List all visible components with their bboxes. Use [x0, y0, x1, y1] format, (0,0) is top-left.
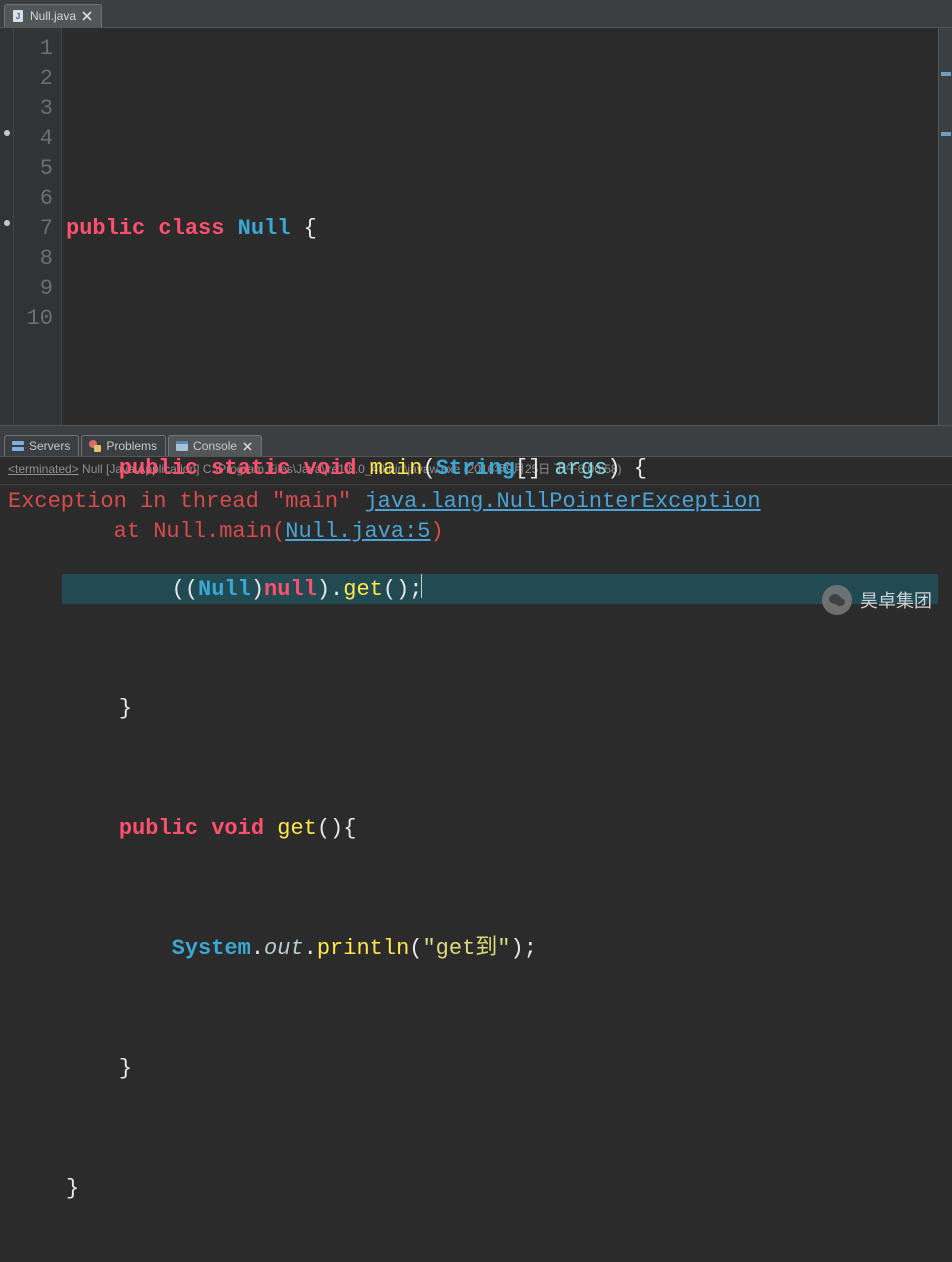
line-number: 8 [14, 244, 61, 274]
editor-tab-null-java[interactable]: J Null.java [4, 4, 102, 27]
code-line: } [62, 1174, 938, 1204]
java-file-icon: J [11, 9, 25, 23]
line-number: 4 [14, 124, 61, 154]
line-number: 3 [14, 94, 61, 124]
code-line: public static void main(String[] args) { [62, 454, 938, 484]
marker-dot [4, 220, 10, 226]
svg-text:J: J [16, 12, 20, 21]
overview-mark [941, 72, 951, 76]
line-number: 7 [14, 214, 61, 244]
watermark-text: 昊卓集团 [860, 587, 932, 613]
line-number: 5 [14, 154, 61, 184]
code-line: System.out.println("get到"); [62, 934, 938, 964]
code-line: public class Null { [62, 214, 938, 244]
close-icon[interactable] [81, 10, 93, 22]
line-number: 10 [14, 304, 61, 334]
code-line-highlighted: ((Null)null).get(); [62, 574, 938, 604]
code-editor[interactable]: 1 2 3 4 5 6 7 8 9 10 public class Null {… [0, 28, 952, 425]
editor-tabbar: J Null.java [0, 0, 952, 28]
code-line: } [62, 694, 938, 724]
marker-dot [4, 130, 10, 136]
code-line [62, 94, 938, 124]
line-number: 6 [14, 184, 61, 214]
line-number: 9 [14, 274, 61, 304]
code-area[interactable]: public class Null { public static void m… [62, 28, 938, 425]
editor-tab-label: Null.java [30, 9, 76, 23]
code-line: } [62, 1054, 938, 1084]
wechat-icon [822, 585, 852, 615]
line-number: 1 [14, 34, 61, 64]
line-number: 2 [14, 64, 61, 94]
code-line: public void get(){ [62, 814, 938, 844]
overview-mark [941, 132, 951, 136]
text-caret [421, 574, 422, 598]
servers-icon [11, 439, 25, 453]
overview-ruler[interactable] [938, 28, 952, 425]
code-line [62, 334, 938, 364]
marker-bar [0, 28, 14, 425]
line-gutter: 1 2 3 4 5 6 7 8 9 10 [14, 28, 62, 425]
watermark: 昊卓集团 [822, 585, 932, 615]
